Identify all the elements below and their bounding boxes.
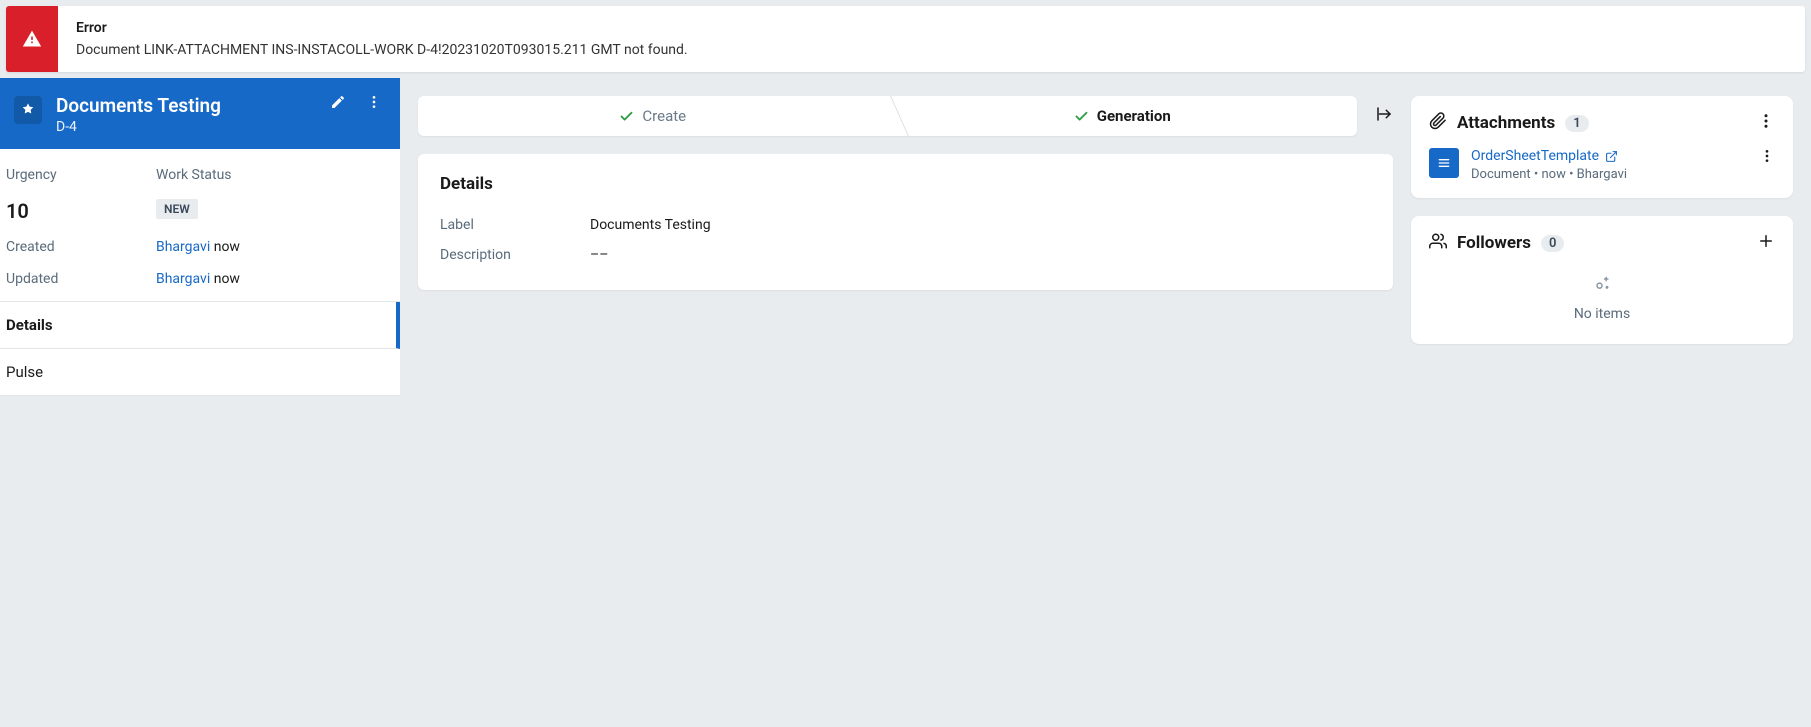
- detail-row-description: Description ––: [440, 240, 1371, 270]
- tab-pulse[interactable]: Pulse: [0, 349, 400, 396]
- case-title: Documents Testing: [56, 94, 316, 117]
- followers-panel: Followers 0 No items: [1411, 216, 1793, 344]
- tab-details[interactable]: Details: [0, 302, 400, 349]
- detail-description-key: Description: [440, 247, 590, 263]
- case-type-icon: [14, 96, 42, 124]
- followers-empty-state: No items: [1429, 254, 1775, 328]
- updated-time: now: [214, 271, 240, 287]
- created-time: now: [214, 239, 240, 255]
- error-banner: Error Document LINK-ATTACHMENT INS-INSTA…: [6, 6, 1805, 72]
- created-label: Created: [6, 239, 156, 255]
- detail-label-value: Documents Testing: [590, 217, 1371, 233]
- created-value: Bhargavi now: [156, 239, 394, 255]
- attachments-panel: Attachments 1 OrderSheetTemplate Documen…: [1411, 96, 1793, 198]
- step-create[interactable]: Create: [418, 96, 888, 136]
- status-badge: NEW: [156, 199, 198, 219]
- case-meta: Urgency Work Status 10 NEW Created Bharg…: [0, 149, 400, 301]
- followers-heading: Followers: [1457, 233, 1531, 253]
- paperclip-icon: [1429, 112, 1447, 134]
- error-icon: [6, 6, 58, 72]
- add-follower-icon[interactable]: [1757, 232, 1775, 254]
- updated-label: Updated: [6, 271, 156, 287]
- sparkle-icon: [1592, 282, 1612, 298]
- details-card: Details Label Documents Testing Descript…: [418, 154, 1393, 290]
- case-header: Documents Testing D-4: [0, 78, 400, 149]
- attachment-name-link[interactable]: OrderSheetTemplate: [1471, 148, 1747, 164]
- case-menu-icon[interactable]: [366, 94, 382, 114]
- detail-description-value: ––: [590, 247, 1371, 263]
- updated-value: Bhargavi now: [156, 271, 394, 287]
- followers-count: 0: [1541, 235, 1564, 252]
- sidebar: Documents Testing D-4 Urgency Work Statu…: [0, 78, 400, 396]
- work-status-label: Work Status: [156, 167, 394, 183]
- detail-label-key: Label: [440, 217, 590, 233]
- urgency-value: 10: [6, 199, 156, 223]
- attachment-item: OrderSheetTemplate Document • now • Bhar…: [1429, 148, 1775, 182]
- side-tabs: Details Pulse: [0, 301, 400, 396]
- error-text: Error Document LINK-ATTACHMENT INS-INSTA…: [58, 6, 1805, 72]
- attachments-count: 1: [1565, 115, 1588, 132]
- details-heading: Details: [440, 174, 1371, 194]
- case-id: D-4: [56, 119, 316, 135]
- center-column: Create Generation Details Label Document…: [400, 78, 1411, 396]
- step-create-label: Create: [642, 107, 686, 125]
- document-icon: [1429, 148, 1459, 178]
- attachments-heading: Attachments: [1457, 113, 1555, 133]
- error-title: Error: [76, 20, 1787, 36]
- edit-icon[interactable]: [330, 94, 346, 114]
- error-message: Document LINK-ATTACHMENT INS-INSTACOLL-W…: [76, 42, 1787, 58]
- attachments-menu-icon[interactable]: [1757, 112, 1775, 134]
- work-status-value: NEW: [156, 199, 394, 223]
- attachment-subtitle: Document • now • Bhargavi: [1471, 167, 1747, 182]
- created-user-link[interactable]: Bhargavi: [156, 239, 210, 255]
- attachment-name: OrderSheetTemplate: [1471, 148, 1599, 164]
- step-generation[interactable]: Generation: [888, 96, 1358, 136]
- urgency-label: Urgency: [6, 167, 156, 183]
- attachment-item-menu-icon[interactable]: [1759, 148, 1775, 168]
- collapse-right-icon[interactable]: [1375, 105, 1393, 127]
- stage-stepper: Create Generation: [418, 96, 1357, 136]
- updated-user-link[interactable]: Bhargavi: [156, 271, 210, 287]
- step-generation-label: Generation: [1097, 107, 1171, 125]
- external-link-icon: [1605, 150, 1618, 163]
- right-column: Attachments 1 OrderSheetTemplate Documen…: [1411, 78, 1811, 396]
- detail-row-label: Label Documents Testing: [440, 210, 1371, 240]
- people-icon: [1429, 232, 1447, 254]
- followers-empty-text: No items: [1429, 306, 1775, 322]
